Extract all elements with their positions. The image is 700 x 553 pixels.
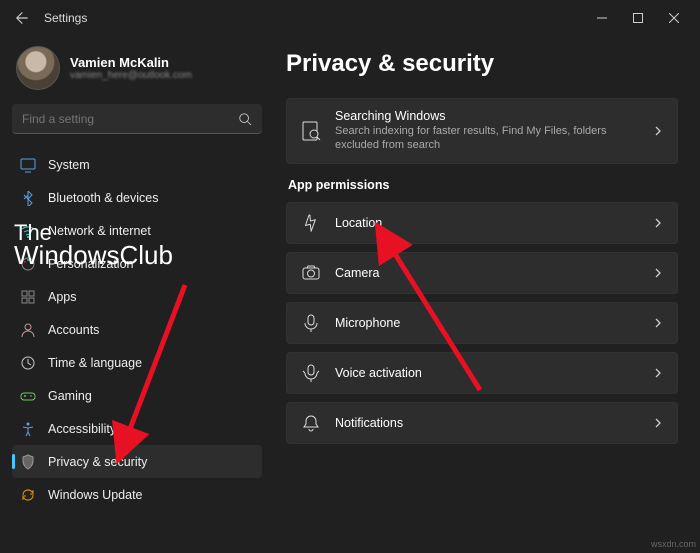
camera-icon (301, 263, 321, 283)
sidebar: Vamien McKalin vamien_here@outlook.com S… (0, 36, 270, 553)
sidebar-item-label: Privacy & security (48, 455, 147, 469)
camera-card[interactable]: Camera (286, 252, 678, 294)
sidebar-item-accounts[interactable]: Accounts (12, 313, 262, 346)
card-title: Camera (335, 266, 639, 280)
chevron-right-icon (653, 368, 663, 378)
notifications-card[interactable]: Notifications (286, 402, 678, 444)
sidebar-item-apps[interactable]: Apps (12, 280, 262, 313)
microphone-icon (301, 313, 321, 333)
card-title: Voice activation (335, 366, 639, 380)
sidebar-item-time[interactable]: Time & language (12, 346, 262, 379)
card-title: Microphone (335, 316, 639, 330)
sidebar-item-label: Time & language (48, 356, 142, 370)
accounts-icon (20, 322, 36, 338)
user-email: vamien_here@outlook.com (70, 70, 192, 81)
back-button[interactable] (8, 4, 36, 32)
content-area: Privacy & security Searching Windows Sea… (270, 36, 700, 553)
sidebar-item-label: Apps (48, 290, 77, 304)
close-icon (669, 13, 679, 23)
sidebar-item-update[interactable]: Windows Update (12, 478, 262, 511)
card-title: Location (335, 216, 639, 230)
chevron-right-icon (653, 218, 663, 228)
sidebar-item-label: Network & internet (48, 224, 151, 238)
sidebar-item-wifi[interactable]: Network & internet (12, 214, 262, 247)
wifi-icon (20, 223, 36, 239)
chevron-right-icon (653, 318, 663, 328)
credit: wsxdn.com (651, 539, 696, 549)
sidebar-item-bluetooth[interactable]: Bluetooth & devices (12, 181, 262, 214)
personalization-icon (20, 256, 36, 272)
sidebar-item-label: System (48, 158, 90, 172)
sidebar-item-label: Personalization (48, 257, 133, 271)
location-icon (301, 213, 321, 233)
bluetooth-icon (20, 190, 36, 206)
close-button[interactable] (656, 4, 692, 32)
maximize-icon (633, 13, 643, 23)
sidebar-item-system[interactable]: System (12, 148, 262, 181)
update-icon (20, 487, 36, 503)
apps-icon (20, 289, 36, 305)
voice-card[interactable]: Voice activation (286, 352, 678, 394)
search-icon (238, 112, 252, 126)
search-input[interactable] (22, 112, 238, 126)
sidebar-item-label: Accounts (48, 323, 99, 337)
sidebar-item-personalization[interactable]: Personalization (12, 247, 262, 280)
system-icon (20, 157, 36, 173)
search-box[interactable] (12, 104, 262, 134)
titlebar: Settings (0, 0, 700, 36)
chevron-right-icon (653, 126, 663, 136)
sidebar-item-label: Windows Update (48, 488, 143, 502)
accessibility-icon (20, 421, 36, 437)
page-title: Privacy & security (286, 50, 678, 78)
maximize-button[interactable] (620, 4, 656, 32)
sidebar-item-label: Accessibility (48, 422, 116, 436)
nav-list: System Bluetooth & devices Network & inter… (12, 148, 262, 545)
user-profile[interactable]: Vamien McKalin vamien_here@outlook.com (12, 40, 262, 104)
sidebar-item-privacy[interactable]: Privacy & security (12, 445, 262, 478)
notifications-icon (301, 413, 321, 433)
time-icon (20, 355, 36, 371)
chevron-right-icon (653, 418, 663, 428)
minimize-icon (597, 13, 607, 23)
card-subtitle: Search indexing for faster results, Find… (335, 124, 639, 153)
user-name: Vamien McKalin (70, 55, 192, 70)
arrow-left-icon (15, 11, 29, 25)
sidebar-item-gaming[interactable]: Gaming (12, 379, 262, 412)
gaming-icon (20, 388, 36, 404)
location-card[interactable]: Location (286, 202, 678, 244)
window-title: Settings (44, 11, 87, 25)
chevron-right-icon (653, 268, 663, 278)
microphone-card[interactable]: Microphone (286, 302, 678, 344)
card-title: Searching Windows (335, 109, 639, 123)
privacy-icon (20, 454, 36, 470)
search-windows-icon (301, 121, 321, 141)
sidebar-item-label: Bluetooth & devices (48, 191, 159, 205)
voice-icon (301, 363, 321, 383)
minimize-button[interactable] (584, 4, 620, 32)
avatar (16, 46, 60, 90)
searching-windows-card[interactable]: Searching Windows Search indexing for fa… (286, 98, 678, 164)
card-title: Notifications (335, 416, 639, 430)
sidebar-item-accessibility[interactable]: Accessibility (12, 412, 262, 445)
sidebar-item-label: Gaming (48, 389, 92, 403)
section-label: App permissions (288, 178, 678, 192)
